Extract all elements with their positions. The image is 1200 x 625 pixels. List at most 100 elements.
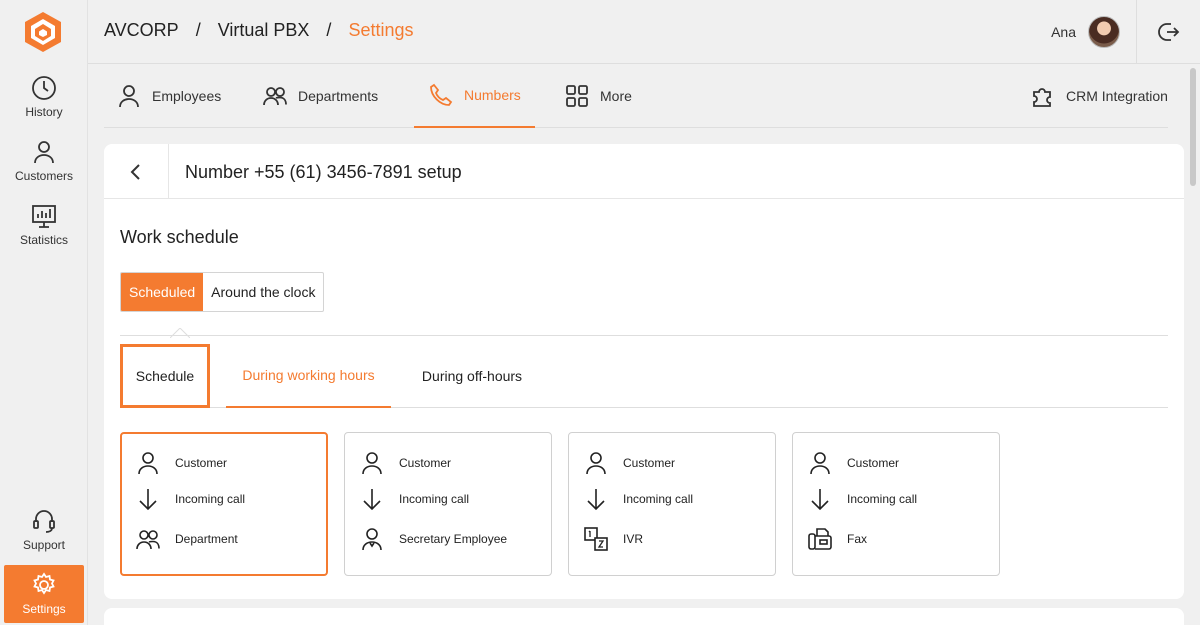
schedule-subtabs: Schedule During working hours During off… <box>120 344 1168 408</box>
route-row: Customer <box>135 451 326 475</box>
divider <box>120 335 1168 336</box>
route-row: IVR <box>583 519 775 559</box>
scrollbar[interactable] <box>1190 68 1196 186</box>
fax-icon <box>808 528 832 550</box>
logo-icon[interactable] <box>22 10 64 54</box>
arrow-down-icon <box>139 489 157 511</box>
schedule-mode-toggle: Scheduled Around the clock <box>120 272 325 312</box>
sidebar-item-statistics[interactable]: Statistics <box>0 202 88 247</box>
headset-icon <box>33 510 55 533</box>
route-row: Incoming call <box>359 479 551 519</box>
route-customer: Customer <box>847 456 900 470</box>
route-row: Incoming call <box>583 479 775 519</box>
route-call: Incoming call <box>399 492 470 506</box>
tab-label: Numbers <box>464 87 521 103</box>
tab-more[interactable]: More <box>564 64 632 128</box>
tab-employees[interactable]: Employees <box>116 64 221 128</box>
user-name: Ana <box>1051 24 1076 40</box>
gear-icon <box>33 572 55 595</box>
sidebar-item-label: Customers <box>14 169 73 183</box>
tab-crm-integration[interactable]: CRM Integration <box>1030 64 1168 128</box>
top-tabs: Employees Departments Numbers More CRM I… <box>104 64 1168 128</box>
puzzle-icon <box>1033 88 1051 107</box>
clock-icon <box>32 76 56 100</box>
person-icon <box>586 452 606 475</box>
route-customer: Customer <box>399 456 452 470</box>
route-row: Customer <box>359 451 551 475</box>
route-card-ivr[interactable]: Customer Incoming call IVR <box>568 432 776 576</box>
page-title: Number +55 (61) 3456-7891 setup <box>185 162 462 182</box>
breadcrumb-item[interactable]: Virtual PBX <box>218 20 310 41</box>
back-button[interactable] <box>104 144 169 199</box>
breadcrumb-item[interactable]: AVCORP <box>104 20 179 41</box>
around-the-clock-option[interactable]: Around the clock <box>203 273 323 311</box>
routing-options: Customer Incoming call Department Custom… <box>120 432 1000 576</box>
route-row: Secretary Employee <box>359 519 551 559</box>
route-row: Customer <box>807 451 999 475</box>
person-icon <box>810 452 830 475</box>
route-card-secretary[interactable]: Customer Incoming call Secretary Employe… <box>344 432 552 576</box>
user-menu[interactable]: Ana <box>1051 16 1120 48</box>
header: AVCORP / Virtual PBX / Settings Ana <box>88 0 1200 64</box>
tab-label: More <box>600 88 632 104</box>
route-call: Incoming call <box>623 492 694 506</box>
tab-label: Departments <box>298 88 379 104</box>
route-card-department[interactable]: Customer Incoming call Department <box>120 432 328 576</box>
route-target: Department <box>175 532 238 546</box>
sidebar-item-label: Statistics <box>19 233 68 247</box>
chart-icon <box>32 205 56 228</box>
subtab-off-hours[interactable]: During off-hours <box>407 344 537 408</box>
chevron-left-icon <box>130 163 140 180</box>
route-target: Secretary Employee <box>399 532 508 546</box>
route-row: Fax <box>807 519 999 559</box>
sidebar-item-support[interactable]: Support <box>0 507 88 552</box>
logout-icon <box>1157 23 1179 41</box>
tab-label: Employees <box>152 88 222 104</box>
route-call: Incoming call <box>175 492 246 506</box>
breadcrumb: AVCORP / Virtual PBX / Settings <box>104 20 413 41</box>
tab-label: CRM Integration <box>1066 88 1168 104</box>
sidebar-item-label: Settings <box>22 602 66 616</box>
arrow-down-icon <box>587 489 605 511</box>
tab-departments[interactable]: Departments <box>262 64 378 128</box>
route-customer: Customer <box>175 456 228 470</box>
person-icon <box>362 452 382 475</box>
route-target: IVR <box>623 532 644 546</box>
pointer-caret <box>170 328 190 338</box>
person-icon <box>138 452 158 475</box>
tab-numbers[interactable]: Numbers <box>414 64 535 128</box>
secretary-icon <box>362 528 382 551</box>
arrow-down-icon <box>363 489 381 511</box>
number-setup-card: Number +55 (61) 3456-7891 setup Work sch… <box>104 144 1184 599</box>
person-icon <box>119 85 139 108</box>
sidebar-item-customers[interactable]: Customers <box>0 138 88 183</box>
subtab-schedule[interactable]: Schedule <box>120 344 210 408</box>
next-section-card <box>104 608 1184 625</box>
sidebar-item-label: Support <box>22 538 66 552</box>
phone-icon <box>430 83 453 106</box>
route-row: Department <box>135 519 326 559</box>
breadcrumb-separator: / <box>195 20 201 40</box>
sidebar: History Customers Statistics Support Set… <box>0 0 88 625</box>
people-icon <box>263 87 287 106</box>
route-row: Incoming call <box>807 479 999 519</box>
person-icon <box>34 141 54 164</box>
scheduled-option[interactable]: Scheduled <box>121 273 204 311</box>
people-icon <box>136 530 160 550</box>
sidebar-item-label: History <box>25 105 63 119</box>
route-customer: Customer <box>623 456 676 470</box>
sidebar-item-history[interactable]: History <box>0 74 88 119</box>
subtab-working-hours[interactable]: During working hours <box>226 344 391 408</box>
arrow-down-icon <box>811 489 829 511</box>
breadcrumb-current: Settings <box>348 20 414 40</box>
section-title: Work schedule <box>120 227 239 247</box>
route-call: Incoming call <box>847 492 918 506</box>
sidebar-item-settings[interactable]: Settings <box>4 565 84 623</box>
grid-icon <box>566 85 588 107</box>
route-target: Fax <box>847 532 868 546</box>
avatar[interactable] <box>1088 16 1120 48</box>
logout-button[interactable] <box>1136 0 1200 64</box>
route-card-fax[interactable]: Customer Incoming call Fax <box>792 432 1000 576</box>
route-row: Incoming call <box>135 479 326 519</box>
breadcrumb-separator: / <box>326 20 332 40</box>
